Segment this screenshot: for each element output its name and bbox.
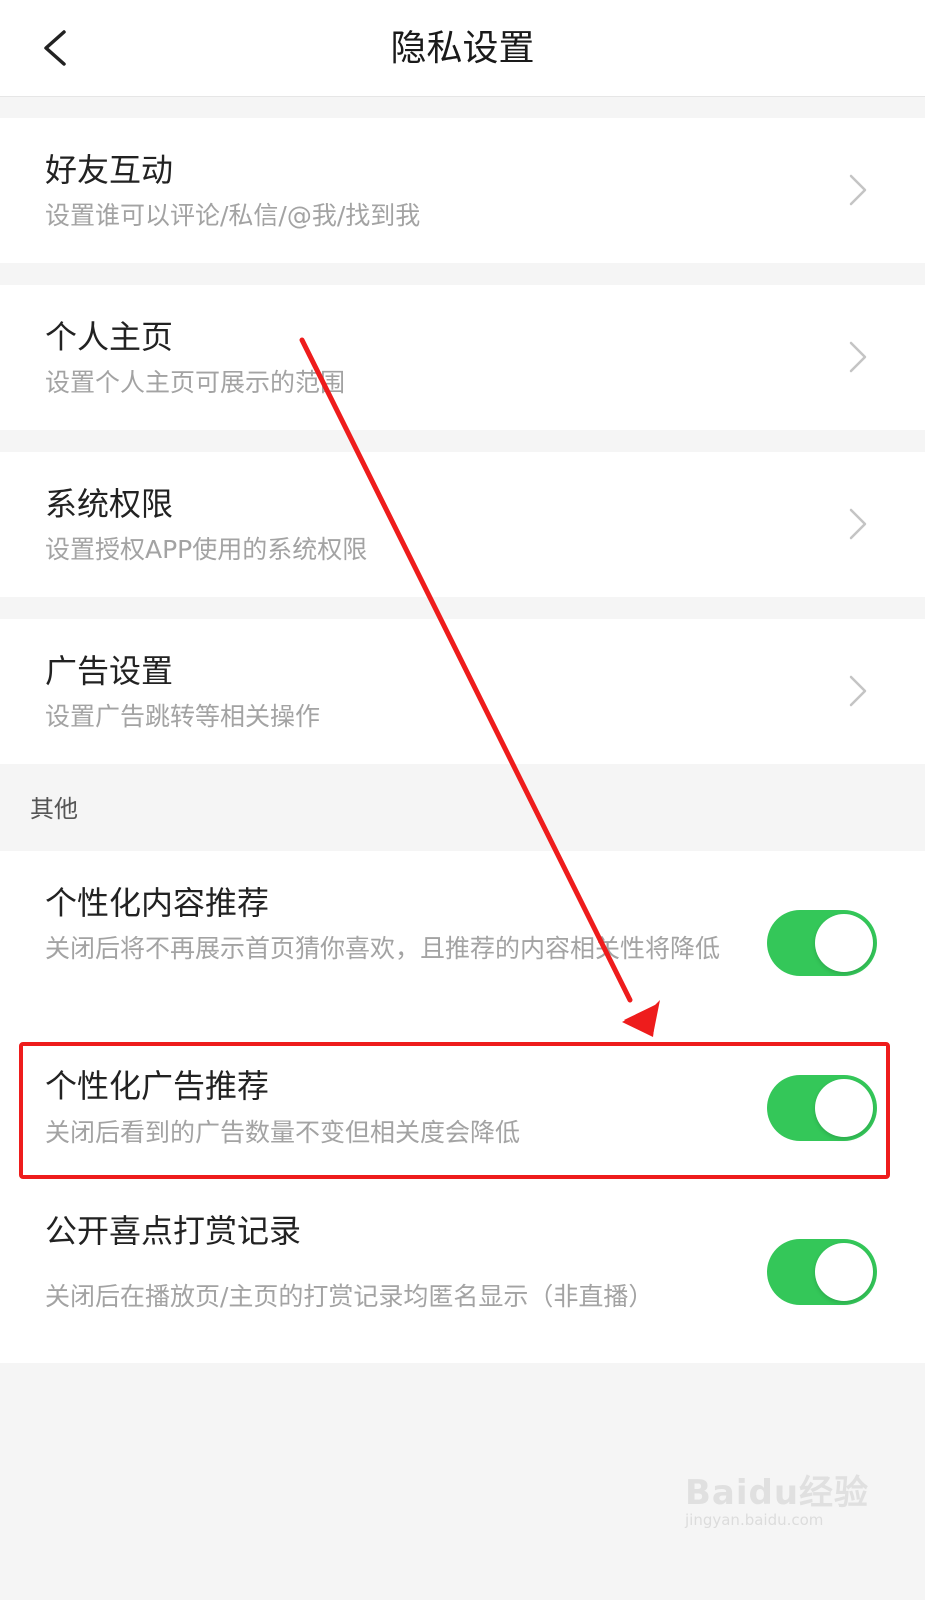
row-title: 广告设置 (45, 652, 174, 690)
chevron-right-icon (849, 341, 867, 373)
friend-interaction-row[interactable]: 好友互动 设置谁可以评论/私信/@我/找到我 (0, 118, 925, 263)
personalized-ad-toggle[interactable] (767, 1075, 877, 1141)
row-title: 个人主页 (45, 318, 174, 356)
section-label-others: 其他 (30, 795, 78, 823)
ad-settings-row[interactable]: 广告设置 设置广告跳转等相关操作 (0, 619, 925, 764)
personalized-ad-title: 个性化广告推荐 (45, 1067, 270, 1105)
row-subtitle: 设置个人主页可展示的范围 (45, 368, 346, 397)
row-subtitle: 设置授权APP使用的系统权限 (45, 535, 368, 564)
public-tip-record-subtitle: 关闭后在播放页/主页的打赏记录均匿名显示（非直播） (45, 1282, 654, 1311)
personalized-content-toggle[interactable] (767, 910, 877, 976)
toggle-knob (815, 1243, 873, 1301)
page-title: 隐私设置 (390, 28, 535, 69)
row-subtitle: 设置谁可以评论/私信/@我/找到我 (45, 201, 421, 230)
personal-homepage-row[interactable]: 个人主页 设置个人主页可展示的范围 (0, 285, 925, 430)
personalized-ad-subtitle: 关闭后看到的广告数量不变但相关度会降低 (45, 1118, 521, 1147)
public-tip-record-title: 公开喜点打赏记录 (45, 1212, 302, 1250)
others-group: 个性化内容推荐 关闭后将不再展示首页猜你喜欢，且推荐的内容相关性将降低 个性化广… (0, 851, 925, 1363)
chevron-right-icon (849, 174, 867, 206)
top-nav-bar: 隐私设置 (0, 0, 925, 97)
personalized-content-subtitle: 关闭后将不再展示首页猜你喜欢，且推荐的内容相关性将降低 (45, 934, 721, 963)
watermark-url: jingyan.baidu.com (685, 1511, 824, 1529)
row-title: 系统权限 (45, 485, 174, 523)
row-title: 好友互动 (45, 151, 174, 189)
row-subtitle: 设置广告跳转等相关操作 (45, 702, 321, 731)
baidu-watermark: Baidu经验 jingyan.baidu.com (685, 1445, 868, 1545)
personalized-content-title: 个性化内容推荐 (45, 884, 270, 922)
toggle-knob (815, 1079, 873, 1137)
watermark-logo: Baidu经验 (685, 1473, 870, 1513)
public-tip-record-toggle[interactable] (767, 1239, 877, 1305)
chevron-right-icon (849, 675, 867, 707)
toggle-knob (815, 914, 873, 972)
privacy-settings-page: 隐私设置 好友互动 设置谁可以评论/私信/@我/找到我 个人主页 设置个人主页可… (0, 0, 925, 1600)
chevron-right-icon (849, 508, 867, 540)
system-permission-row[interactable]: 系统权限 设置授权APP使用的系统权限 (0, 452, 925, 597)
